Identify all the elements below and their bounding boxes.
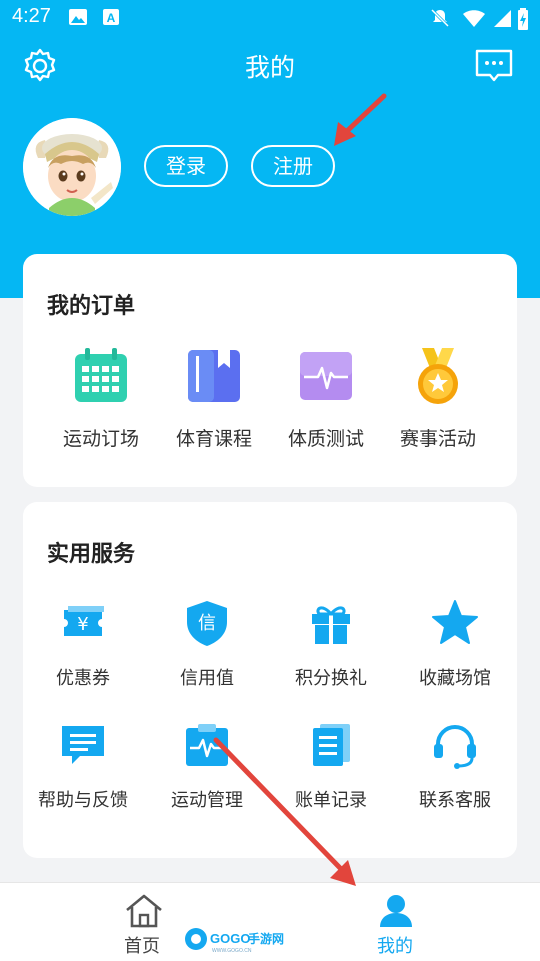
notifications-off-icon bbox=[430, 8, 450, 28]
order-item-sports-booking[interactable]: 运动订场 bbox=[41, 346, 161, 451]
service-item-sports-management[interactable]: 运动管理 bbox=[147, 720, 267, 812]
watermark-logo: GOGO 手游网 WWW.GOGO.CN bbox=[182, 925, 292, 955]
service-item-label: 优惠券 bbox=[56, 668, 110, 689]
service-item-points-gift[interactable]: 积分换礼 bbox=[271, 598, 391, 690]
home-icon bbox=[126, 894, 162, 928]
service-item-help-feedback[interactable]: 帮助与反馈 bbox=[23, 720, 143, 812]
svg-text:WWW.GOGO.CN: WWW.GOGO.CN bbox=[212, 948, 252, 954]
battery-icon bbox=[518, 8, 528, 30]
service-item-label: 帮助与反馈 bbox=[38, 790, 128, 811]
order-item-label: 体育课程 bbox=[175, 428, 252, 450]
service-item-favorite-venues[interactable]: 收藏场馆 bbox=[395, 598, 515, 690]
status-bar: 4:27 A bbox=[0, 0, 540, 36]
cartoon-avatar-image bbox=[23, 118, 121, 216]
order-item-label: 体质测试 bbox=[287, 428, 364, 450]
orders-title: 我的订单 bbox=[47, 294, 136, 319]
nav-item-mine[interactable]: 我的 bbox=[364, 883, 428, 961]
order-item-events[interactable]: 赛事活动 bbox=[378, 346, 498, 451]
service-item-label: 联系客服 bbox=[419, 790, 491, 811]
svg-text:¥: ¥ bbox=[77, 614, 88, 635]
gift-icon bbox=[312, 606, 350, 644]
order-item-label: 赛事活动 bbox=[399, 428, 476, 450]
service-item-coupon[interactable]: ¥ 优惠券 bbox=[23, 598, 143, 690]
register-button[interactable]: 注册 bbox=[251, 145, 335, 187]
svg-text:A: A bbox=[107, 11, 116, 25]
svg-text:GOGO: GOGO bbox=[210, 931, 250, 946]
service-item-label: 积分换礼 bbox=[295, 668, 367, 689]
service-item-bill-records[interactable]: 账单记录 bbox=[271, 720, 391, 812]
clipboard-pulse-icon bbox=[186, 724, 228, 766]
coupon-icon: ¥ bbox=[64, 606, 104, 636]
avatar[interactable] bbox=[23, 118, 121, 216]
calendar-icon bbox=[75, 348, 127, 402]
svg-text:手游网: 手游网 bbox=[248, 931, 284, 946]
credit-shield-icon: 信 bbox=[187, 601, 227, 646]
signal-icon bbox=[494, 10, 511, 27]
star-icon bbox=[432, 600, 478, 644]
services-card: 实用服务 ¥ 优惠券 信 信用值 积分换礼 收藏场馆 帮助与反馈 运动管理 账单… bbox=[23, 502, 517, 858]
feedback-icon bbox=[62, 726, 104, 764]
nav-item-home[interactable]: 首页 bbox=[112, 883, 176, 961]
top-bar: 我的 bbox=[0, 40, 540, 96]
order-item-label: 运动订场 bbox=[62, 428, 139, 450]
user-icon bbox=[380, 895, 412, 927]
nav-home-label: 首页 bbox=[124, 936, 160, 957]
document-icon bbox=[313, 724, 350, 766]
chat-bubble-icon[interactable] bbox=[474, 48, 514, 84]
headset-icon bbox=[434, 725, 476, 769]
service-item-label: 运动管理 bbox=[171, 790, 243, 811]
nav-mine-label: 我的 bbox=[377, 936, 413, 957]
medal-icon bbox=[418, 348, 458, 404]
text-app-icon: A bbox=[103, 9, 119, 25]
services-title: 实用服务 bbox=[47, 542, 136, 567]
image-icon bbox=[69, 9, 87, 25]
bottom-navigation: 首页 GOGO 手游网 WWW.GOGO.CN 我的 bbox=[0, 882, 540, 961]
order-item-fitness-test[interactable]: 体质测试 bbox=[266, 346, 386, 451]
book-icon bbox=[188, 350, 240, 402]
page-title: 我的 bbox=[244, 53, 295, 82]
service-item-label: 账单记录 bbox=[295, 790, 367, 811]
wifi-icon bbox=[463, 10, 485, 27]
service-item-customer-service[interactable]: 联系客服 bbox=[395, 720, 515, 812]
orders-card: 我的订单 运动订场 体育课程 体质测试 赛事活动 bbox=[23, 254, 517, 487]
svg-text:信: 信 bbox=[198, 613, 216, 634]
service-item-label: 收藏场馆 bbox=[419, 668, 491, 689]
service-item-label: 信用值 bbox=[180, 668, 234, 689]
pulse-monitor-icon bbox=[300, 352, 352, 400]
status-time: 4:27 bbox=[12, 5, 51, 27]
gogo-logo-icon: GOGO 手游网 WWW.GOGO.CN bbox=[185, 928, 284, 954]
order-item-courses[interactable]: 体育课程 bbox=[154, 346, 274, 451]
service-item-credit[interactable]: 信 信用值 bbox=[147, 598, 267, 690]
login-button[interactable]: 登录 bbox=[144, 145, 228, 187]
